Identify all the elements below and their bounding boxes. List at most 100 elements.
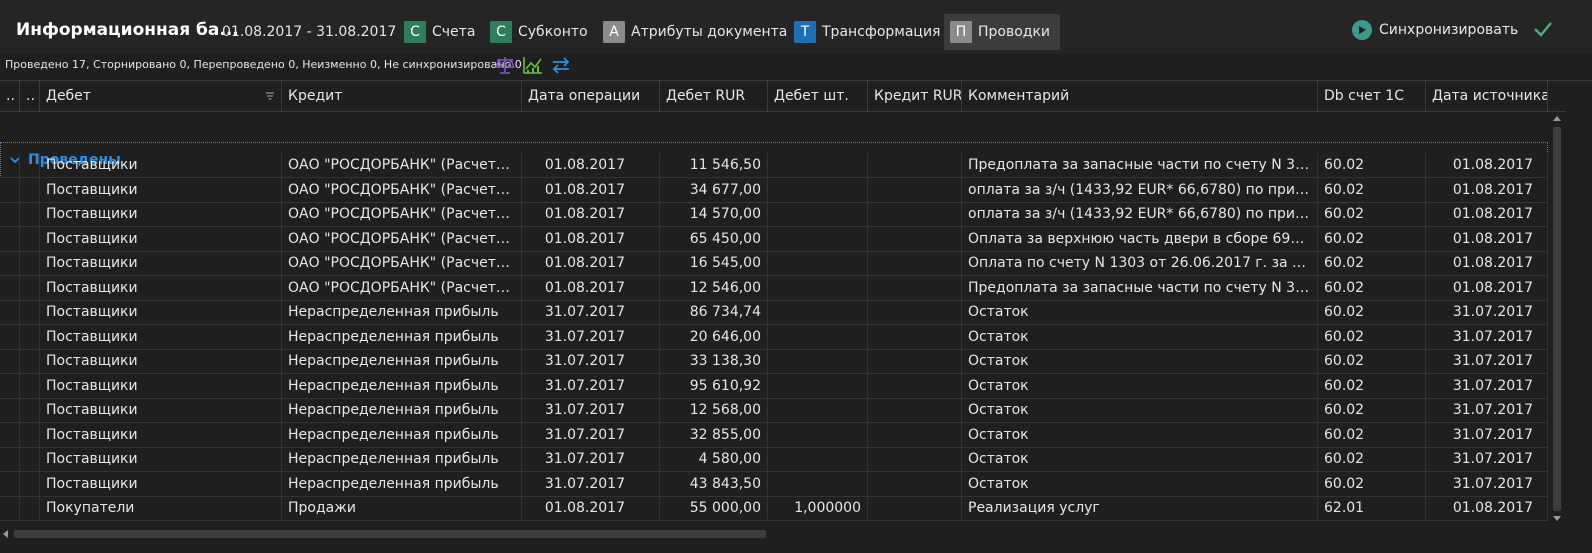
cell-operation-date[interactable]: 31.07.2017 — [522, 349, 660, 373]
column-header-debit-rur[interactable]: Дебет RUR — [660, 81, 768, 111]
row-marker-2[interactable] — [20, 447, 40, 471]
cell-operation-date[interactable]: 01.08.2017 — [522, 251, 660, 275]
cell-source-date[interactable]: 31.07.2017 — [1426, 471, 1548, 496]
row-marker-2[interactable] — [20, 226, 40, 251]
cell-comment[interactable]: Реализация услуг — [962, 496, 1318, 520]
cell-debit-qty[interactable] — [768, 275, 868, 300]
row-marker-1[interactable] — [0, 275, 20, 300]
cell-operation-date[interactable]: 31.07.2017 — [522, 373, 660, 398]
table-row[interactable]: Поставщики Нераспределенная прибыль 31.07.… — [0, 373, 1548, 399]
row-marker-2[interactable] — [20, 373, 40, 398]
row-marker-1[interactable] — [0, 153, 20, 177]
cell-source-date[interactable]: 01.08.2017 — [1426, 177, 1548, 202]
cell-db-account-1c[interactable]: 60.02 — [1318, 251, 1426, 275]
row-marker-1[interactable] — [0, 496, 20, 520]
cell-credit[interactable]: Нераспределенная прибыль — [282, 349, 522, 373]
cell-credit-rur[interactable] — [868, 251, 962, 275]
period-range[interactable]: 01.08.2017 - 31.08.2017 — [222, 24, 396, 40]
table-row[interactable]: Поставщики Нераспределенная прибыль 31.07.… — [0, 398, 1548, 423]
cell-debit-qty[interactable]: 1,000000 — [768, 496, 868, 520]
cell-source-date[interactable]: 01.08.2017 — [1426, 251, 1548, 275]
cell-comment[interactable]: Остаток — [962, 349, 1318, 373]
cell-debit[interactable]: Поставщики — [40, 153, 282, 177]
row-marker-1[interactable] — [0, 324, 20, 349]
cell-db-account-1c[interactable]: 60.02 — [1318, 202, 1426, 226]
cell-debit[interactable]: Поставщики — [40, 471, 282, 496]
table-row[interactable]: Поставщики Нераспределенная прибыль 31.07.… — [0, 349, 1548, 374]
cell-comment[interactable]: Остаток — [962, 398, 1318, 422]
cell-credit[interactable]: ОАО "РОСДОРБАНК" (Расчетный) — [282, 202, 522, 226]
cell-debit-qty[interactable] — [768, 447, 868, 471]
cell-db-account-1c[interactable]: 60.02 — [1318, 373, 1426, 398]
row-marker-2[interactable] — [20, 471, 40, 496]
cell-debit[interactable]: Поставщики — [40, 226, 282, 251]
cell-debit[interactable]: Поставщики — [40, 202, 282, 226]
cell-debit-qty[interactable] — [768, 300, 868, 324]
column-header-credit[interactable]: Кредит — [282, 81, 522, 111]
cell-db-account-1c[interactable]: 60.02 — [1318, 153, 1426, 177]
column-header-debit-qty[interactable]: Дебет шт. — [768, 81, 868, 111]
cell-comment[interactable]: Остаток — [962, 324, 1318, 349]
column-header-debit[interactable]: Дебет — [40, 81, 282, 111]
cell-credit-rur[interactable] — [868, 496, 962, 520]
document-attributes-button[interactable]: А Атрибуты документа — [597, 14, 793, 50]
cell-comment[interactable]: Остаток — [962, 373, 1318, 398]
column-header-marker-2[interactable]: .. — [20, 81, 40, 111]
row-marker-1[interactable] — [0, 251, 20, 275]
cell-credit-rur[interactable] — [868, 422, 962, 447]
row-marker-1[interactable] — [0, 447, 20, 471]
cell-comment[interactable]: оплата за з/ч (1433,92 EUR* 66,6780) по … — [962, 177, 1318, 202]
cell-source-date[interactable]: 31.07.2017 — [1426, 349, 1548, 373]
row-marker-2[interactable] — [20, 300, 40, 324]
cell-debit[interactable]: Поставщики — [40, 349, 282, 373]
row-marker-2[interactable] — [20, 496, 40, 520]
cell-credit-rur[interactable] — [868, 398, 962, 422]
cell-credit[interactable]: ОАО "РОСДОРБАНК" (Расчетный) — [282, 275, 522, 300]
cell-debit-rur[interactable]: 34 677,00 — [660, 177, 768, 202]
cell-db-account-1c[interactable]: 62.01 — [1318, 496, 1426, 520]
cell-comment[interactable]: Остаток — [962, 300, 1318, 324]
cell-debit-rur[interactable]: 65 450,00 — [660, 226, 768, 251]
cell-comment[interactable]: Остаток — [962, 447, 1318, 471]
table-row[interactable]: Поставщики Нераспределенная прибыль 31.07.… — [0, 447, 1548, 472]
row-marker-1[interactable] — [0, 226, 20, 251]
cell-debit-rur[interactable]: 12 546,00 — [660, 275, 768, 300]
cell-credit-rur[interactable] — [868, 300, 962, 324]
cell-db-account-1c[interactable]: 60.02 — [1318, 447, 1426, 471]
cell-source-date[interactable]: 01.08.2017 — [1426, 496, 1548, 520]
row-marker-1[interactable] — [0, 471, 20, 496]
column-header-source-date[interactable]: Дата источника — [1426, 81, 1548, 111]
row-marker-1[interactable] — [0, 349, 20, 373]
cell-credit-rur[interactable] — [868, 202, 962, 226]
cell-debit-qty[interactable] — [768, 226, 868, 251]
synchronize-button[interactable]: Синхронизировать — [1352, 20, 1518, 40]
cell-debit-qty[interactable] — [768, 349, 868, 373]
cell-credit-rur[interactable] — [868, 177, 962, 202]
transformation-button[interactable]: Т Трансформация — [788, 14, 946, 50]
row-marker-2[interactable] — [20, 153, 40, 177]
cell-source-date[interactable]: 31.07.2017 — [1426, 447, 1548, 471]
table-row[interactable]: Поставщики ОАО "РОСДОРБАНК" (Расчетный) 01… — [0, 251, 1548, 276]
cell-debit-rur[interactable]: 55 000,00 — [660, 496, 768, 520]
table-row[interactable]: Покупатели Продажи 01.08.2017 55 000,00 1,00… — [0, 496, 1548, 521]
cell-db-account-1c[interactable]: 60.02 — [1318, 226, 1426, 251]
cell-credit[interactable]: Нераспределенная прибыль — [282, 324, 522, 349]
cell-debit-rur[interactable]: 11 546,50 — [660, 153, 768, 177]
cell-operation-date[interactable]: 31.07.2017 — [522, 422, 660, 447]
cell-source-date[interactable]: 01.08.2017 — [1426, 275, 1548, 300]
horizontal-scroll-thumb[interactable] — [14, 530, 766, 538]
table-row[interactable]: Поставщики Нераспределенная прибыль 31.07.… — [0, 324, 1548, 350]
cell-debit-rur[interactable]: 16 545,00 — [660, 251, 768, 275]
cell-comment[interactable]: Предоплата за запасные части по счету N … — [962, 275, 1318, 300]
column-header-db-account-1c[interactable]: Db счет 1С — [1318, 81, 1426, 111]
cell-debit-rur[interactable]: 33 138,30 — [660, 349, 768, 373]
cell-debit-qty[interactable] — [768, 202, 868, 226]
table-row[interactable]: Поставщики Нераспределенная прибыль 31.07.… — [0, 471, 1548, 497]
cell-comment[interactable]: Оплата по счету N 1303 от 26.06.2017 г. … — [962, 251, 1318, 275]
cell-credit-rur[interactable] — [868, 324, 962, 349]
cell-credit-rur[interactable] — [868, 471, 962, 496]
cell-credit[interactable]: Нераспределенная прибыль — [282, 422, 522, 447]
column-header-operation-date[interactable]: Дата операции — [522, 81, 660, 111]
cell-debit[interactable]: Поставщики — [40, 177, 282, 202]
column-header-marker-1[interactable]: .. — [0, 81, 20, 111]
